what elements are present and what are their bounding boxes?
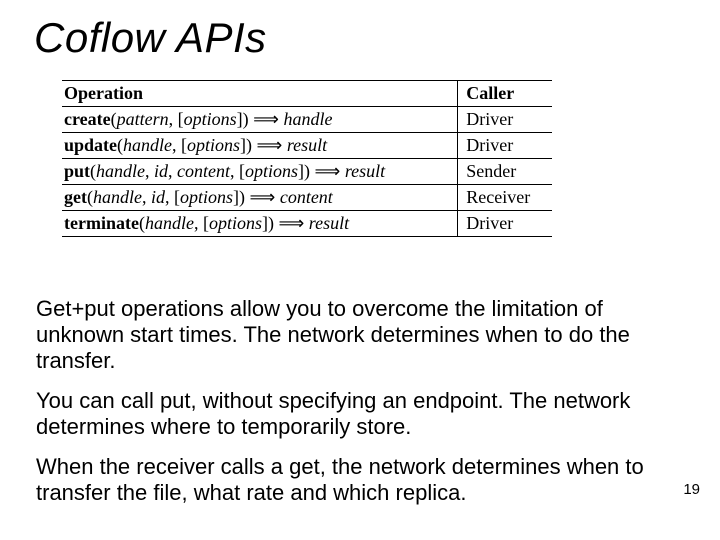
table-row: terminate(handle, [options]) ⟹ resultDri…	[62, 211, 552, 237]
page-number: 19	[683, 481, 700, 498]
caller-cell: Sender	[458, 159, 552, 185]
operation-cell: put(handle, id, content, [options]) ⟹ re…	[62, 159, 458, 185]
slide-title: Coflow APIs	[34, 14, 267, 62]
operation-cell: create(pattern, [options]) ⟹ handle	[62, 107, 458, 133]
api-table: Operation Caller create(pattern, [option…	[62, 80, 552, 237]
table-row: put(handle, id, content, [options]) ⟹ re…	[62, 159, 552, 185]
col-caller: Caller	[458, 81, 552, 107]
table-header-row: Operation Caller	[62, 81, 552, 107]
paragraph-1: Get+put operations allow you to overcome…	[36, 296, 676, 374]
col-operation: Operation	[62, 81, 458, 107]
table-row: get(handle, id, [options]) ⟹ contentRece…	[62, 185, 552, 211]
caller-cell: Receiver	[458, 185, 552, 211]
table-row: create(pattern, [options]) ⟹ handleDrive…	[62, 107, 552, 133]
caller-cell: Driver	[458, 133, 552, 159]
slide: Coflow APIs Operation Caller create(patt…	[0, 0, 720, 540]
table-row: update(handle, [options]) ⟹ resultDriver	[62, 133, 552, 159]
paragraph-2: You can call put, without specifying an …	[36, 388, 676, 440]
operation-cell: get(handle, id, [options]) ⟹ content	[62, 185, 458, 211]
paragraph-3: When the receiver calls a get, the netwo…	[36, 454, 676, 506]
operation-cell: update(handle, [options]) ⟹ result	[62, 133, 458, 159]
caller-cell: Driver	[458, 211, 552, 237]
caller-cell: Driver	[458, 107, 552, 133]
operation-cell: terminate(handle, [options]) ⟹ result	[62, 211, 458, 237]
